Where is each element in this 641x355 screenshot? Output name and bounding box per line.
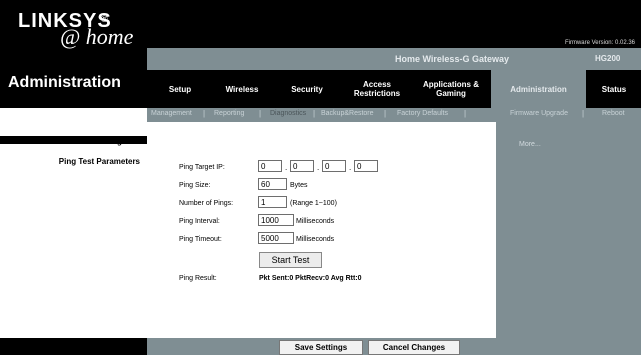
- tab-security[interactable]: Security: [278, 70, 336, 108]
- tab-status[interactable]: Status: [590, 70, 638, 108]
- ping-interval-unit: Milliseconds: [296, 218, 335, 225]
- subtab-separator: |: [259, 109, 262, 118]
- registered-mark: ®: [101, 14, 108, 24]
- subtab-separator: |: [582, 109, 585, 118]
- logo-at-home: @ home: [60, 24, 134, 49]
- ping-count-label: Number of Pings:: [179, 200, 234, 207]
- help-more-link[interactable]: More...: [519, 141, 541, 148]
- subtab-factory-defaults[interactable]: Factory Defaults: [397, 110, 448, 117]
- cancel-changes-button[interactable]: Cancel Changes: [368, 340, 460, 355]
- tab-wireless[interactable]: Wireless: [212, 70, 272, 108]
- subtab-separator: |: [313, 109, 316, 118]
- ip-octet-1[interactable]: [258, 160, 282, 172]
- content-area: [147, 122, 496, 338]
- ping-size-unit: Bytes: [290, 182, 308, 189]
- subtab-diagnostics[interactable]: Diagnostics: [270, 110, 306, 117]
- start-test-button[interactable]: Start Test: [259, 252, 322, 268]
- subtab-reboot[interactable]: Reboot: [602, 110, 625, 117]
- ip-octet-2[interactable]: [290, 160, 314, 172]
- subtab-separator: |: [203, 109, 206, 118]
- ip-dot: .: [349, 163, 352, 172]
- firmware-version: Firmware Version: 0.02.36: [564, 40, 635, 46]
- ip-dot: .: [317, 163, 320, 172]
- page-title: Administration: [8, 74, 121, 91]
- ping-timeout-unit: Milliseconds: [296, 236, 335, 243]
- ping-result-label: Ping Result:: [179, 275, 217, 282]
- tab-setup[interactable]: Setup: [155, 70, 205, 108]
- product-name: Home Wireless-G Gateway: [395, 54, 509, 64]
- subtab-management[interactable]: Management: [151, 110, 192, 117]
- tab-access-restrictions[interactable]: Access Restrictions: [342, 70, 412, 108]
- ping-interval-label: Ping Interval:: [179, 218, 220, 225]
- tab-applications-gaming[interactable]: Applications & Gaming: [416, 70, 486, 108]
- model-name: HG200: [595, 54, 621, 63]
- ping-target-label: Ping Target IP:: [179, 164, 225, 171]
- subtab-firmware-upgrade[interactable]: Firmware Upgrade: [510, 110, 568, 117]
- ip-dot: .: [285, 163, 288, 172]
- subtab-separator: |: [464, 109, 467, 118]
- ping-timeout-input[interactable]: [258, 232, 294, 244]
- ping-count-range: (Range 1~100): [290, 200, 337, 207]
- subtab-backup-restore[interactable]: Backup&Restore: [321, 110, 374, 117]
- ping-result-value: Pkt Sent:0 PktRecv:0 Avg Rtt:0: [259, 275, 362, 282]
- ip-octet-4[interactable]: [354, 160, 378, 172]
- ping-interval-input[interactable]: [258, 214, 294, 226]
- ping-size-label: Ping Size:: [179, 182, 211, 189]
- tab-administration[interactable]: Administration: [493, 70, 584, 108]
- footer-left: [0, 338, 147, 355]
- help-panel: [496, 122, 641, 338]
- ip-octet-3[interactable]: [322, 160, 346, 172]
- product-bar: [147, 48, 641, 70]
- ping-count-input[interactable]: [258, 196, 287, 208]
- subtab-separator: |: [384, 109, 387, 118]
- save-settings-button[interactable]: Save Settings: [279, 340, 363, 355]
- section-subtitle: Ping Test Parameters: [58, 157, 140, 166]
- section-title: Ping Test: [104, 137, 140, 146]
- ping-size-input[interactable]: [258, 178, 287, 190]
- subtab-reporting[interactable]: Reporting: [214, 110, 244, 117]
- ping-timeout-label: Ping Timeout:: [179, 236, 222, 243]
